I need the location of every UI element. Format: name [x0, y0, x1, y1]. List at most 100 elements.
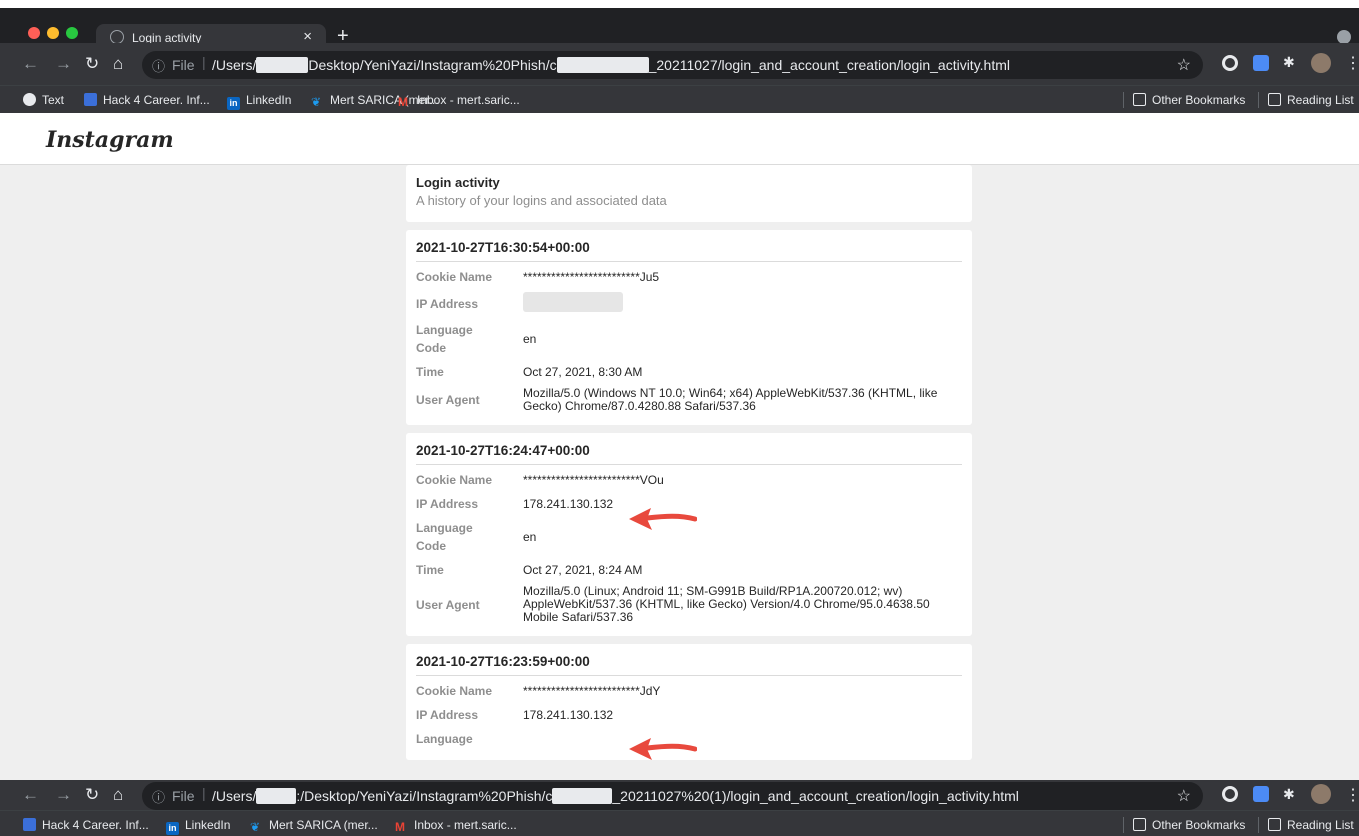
- hack4career-icon: [84, 93, 97, 106]
- menu-icon[interactable]: ⋮: [1345, 53, 1359, 72]
- page-background: Login activity A history of your logins …: [0, 165, 1359, 780]
- instagram-logo[interactable]: Instagram: [46, 127, 174, 153]
- user-agent-value: Mozilla/5.0 (Windows NT 10.0; Win64; x64…: [523, 386, 938, 413]
- folder-icon: [1133, 818, 1146, 831]
- file-label: File: [172, 788, 195, 804]
- login-entry: 2021-10-27T16:30:54+00:00 Cookie Name ***…: [406, 230, 972, 425]
- ip-value: 178.241.130.132: [523, 496, 614, 511]
- cookie-label: Cookie Name: [416, 270, 493, 284]
- annotation-arrow: [629, 508, 697, 530]
- bookmark-twitter[interactable]: ❦ Mert SARICA (mer...: [250, 818, 378, 834]
- url-text[interactable]: /Users/Desktop/YeniYazi/Instagram%20Phis…: [212, 57, 1010, 73]
- browser-toolbar-second: ← → ↻ ⌂ ⓘ File | /Users/:/Desktop/YeniYa…: [0, 780, 1359, 810]
- bookmark-star-icon[interactable]: ☆: [1177, 786, 1191, 806]
- time-value: Oct 27, 2021, 8:24 AM: [523, 562, 643, 577]
- translate-icon[interactable]: [1253, 786, 1269, 802]
- language-value: en: [523, 529, 537, 544]
- cookie-value: *************************VOu: [523, 472, 664, 487]
- puzzle-icon[interactable]: ✱: [1283, 786, 1299, 802]
- maximize-window-button[interactable]: [66, 27, 78, 39]
- info-icon[interactable]: ⓘ: [152, 56, 165, 75]
- time-label: Time: [416, 563, 444, 577]
- login-entry: 2021-10-27T16:24:47+00:00 Cookie Name ***…: [406, 433, 972, 636]
- ip-row: IP Address: [416, 292, 962, 315]
- bookmark-gmail[interactable]: M Inbox - mert.saric...: [395, 818, 517, 834]
- ip-row: IP Address 178.241.130.132: [416, 706, 962, 724]
- bookmarks-bar-second: Hack 4 Career. Inf... in LinkedIn ❦ Mert S…: [0, 810, 1359, 836]
- forward-icon[interactable]: →: [55, 54, 72, 74]
- file-label: File: [172, 57, 195, 73]
- twitter-icon: ❦: [311, 95, 322, 109]
- home-icon[interactable]: ⌂: [113, 785, 123, 805]
- user-agent-label: User Agent: [416, 393, 480, 407]
- cookie-row: Cookie Name *************************VOu: [416, 471, 962, 489]
- bookmark-divider: [1123, 92, 1124, 108]
- user-agent-row: User Agent Mozilla/5.0 (Windows NT 10.0; …: [416, 387, 962, 413]
- bookmark-hack4career[interactable]: Hack 4 Career. Inf...: [23, 818, 149, 832]
- time-row: Time Oct 27, 2021, 8:24 AM: [416, 561, 962, 579]
- reading-list-icon: [1268, 93, 1281, 106]
- user-agent-label: User Agent: [416, 597, 480, 612]
- url-text[interactable]: /Users/:/Desktop/YeniYazi/Instagram%20Ph…: [212, 788, 1019, 804]
- translate-icon[interactable]: [1253, 55, 1269, 71]
- ip-label: IP Address: [416, 708, 479, 722]
- avatar[interactable]: [1311, 784, 1331, 804]
- address-bar[interactable]: ⓘ File | /Users/Desktop/YeniYazi/Instagr…: [142, 51, 1203, 79]
- back-icon[interactable]: ←: [22, 54, 39, 74]
- browser-titlebar: Login activity × +: [0, 8, 1359, 51]
- intro-card: Login activity A history of your logins …: [406, 165, 972, 222]
- puzzle-icon[interactable]: ✱: [1283, 54, 1299, 70]
- address-bar[interactable]: ⓘ File | /Users/:/Desktop/YeniYazi/Insta…: [142, 782, 1203, 810]
- other-bookmarks[interactable]: Other Bookmarks: [1133, 818, 1245, 832]
- bookmark-text[interactable]: Text: [23, 93, 64, 107]
- reload-icon[interactable]: ↻: [85, 54, 99, 74]
- minimize-window-button[interactable]: [47, 27, 59, 39]
- entry-timestamp: 2021-10-27T16:30:54+00:00: [416, 240, 962, 262]
- back-icon[interactable]: ←: [22, 785, 39, 805]
- reading-list[interactable]: Reading List: [1268, 818, 1354, 832]
- entry-timestamp: 2021-10-27T16:23:59+00:00: [416, 654, 962, 676]
- extension-icon[interactable]: [1222, 55, 1238, 71]
- folder-icon: [1133, 93, 1146, 106]
- home-icon[interactable]: ⌂: [113, 54, 123, 74]
- globe-icon: [23, 93, 36, 106]
- bookmarks-bar: Text Hack 4 Career. Inf... in LinkedIn ❦ M…: [0, 85, 1359, 113]
- cookie-value: *************************Ju5: [523, 269, 660, 284]
- content-column: Login activity A history of your logins …: [406, 165, 972, 768]
- bookmark-gmail[interactable]: M Inbox - mert.saric...: [398, 93, 520, 109]
- ip-label: IP Address: [416, 497, 479, 511]
- redacted-ip: [523, 292, 623, 312]
- bookmark-linkedin[interactable]: in LinkedIn: [166, 818, 230, 835]
- other-bookmarks[interactable]: Other Bookmarks: [1133, 93, 1245, 107]
- language-label: Language Code: [416, 323, 473, 355]
- page-title: Login activity: [416, 175, 500, 190]
- avatar[interactable]: [1311, 53, 1331, 73]
- language-value: en: [523, 331, 537, 346]
- bookmark-linkedin[interactable]: in LinkedIn: [227, 93, 291, 110]
- cookie-row: Cookie Name *************************Ju5: [416, 268, 962, 286]
- bookmark-hack4career[interactable]: Hack 4 Career. Inf...: [84, 93, 210, 107]
- ip-value: [523, 292, 962, 315]
- info-icon[interactable]: ⓘ: [152, 787, 165, 806]
- menu-icon[interactable]: ⋮: [1345, 785, 1359, 804]
- annotation-arrow: [629, 738, 697, 760]
- cookie-label: Cookie Name: [416, 473, 493, 487]
- reading-list[interactable]: Reading List: [1268, 93, 1354, 107]
- forward-icon[interactable]: →: [55, 785, 72, 805]
- twitter-icon: ❦: [250, 820, 261, 834]
- user-agent-row: User Agent Mozilla/5.0 (Linux; Android 11…: [416, 585, 962, 624]
- reload-icon[interactable]: ↻: [85, 785, 99, 805]
- time-value: Oct 27, 2021, 8:30 AM: [523, 364, 643, 379]
- cookie-label: Cookie Name: [416, 684, 493, 698]
- bookmark-divider: [1123, 817, 1124, 833]
- gmail-icon: M: [395, 820, 405, 834]
- language-label: Language: [416, 732, 473, 746]
- user-agent-value: Mozilla/5.0 (Linux; Android 11; SM-G991B…: [523, 584, 930, 624]
- close-window-button[interactable]: [28, 27, 40, 39]
- tab-search-icon[interactable]: [1337, 30, 1351, 44]
- cookie-row: Cookie Name *************************JdY: [416, 682, 962, 700]
- bookmark-divider: [1258, 92, 1259, 108]
- time-row: Time Oct 27, 2021, 8:30 AM: [416, 363, 962, 381]
- bookmark-star-icon[interactable]: ☆: [1177, 55, 1191, 75]
- extension-icon[interactable]: [1222, 786, 1238, 802]
